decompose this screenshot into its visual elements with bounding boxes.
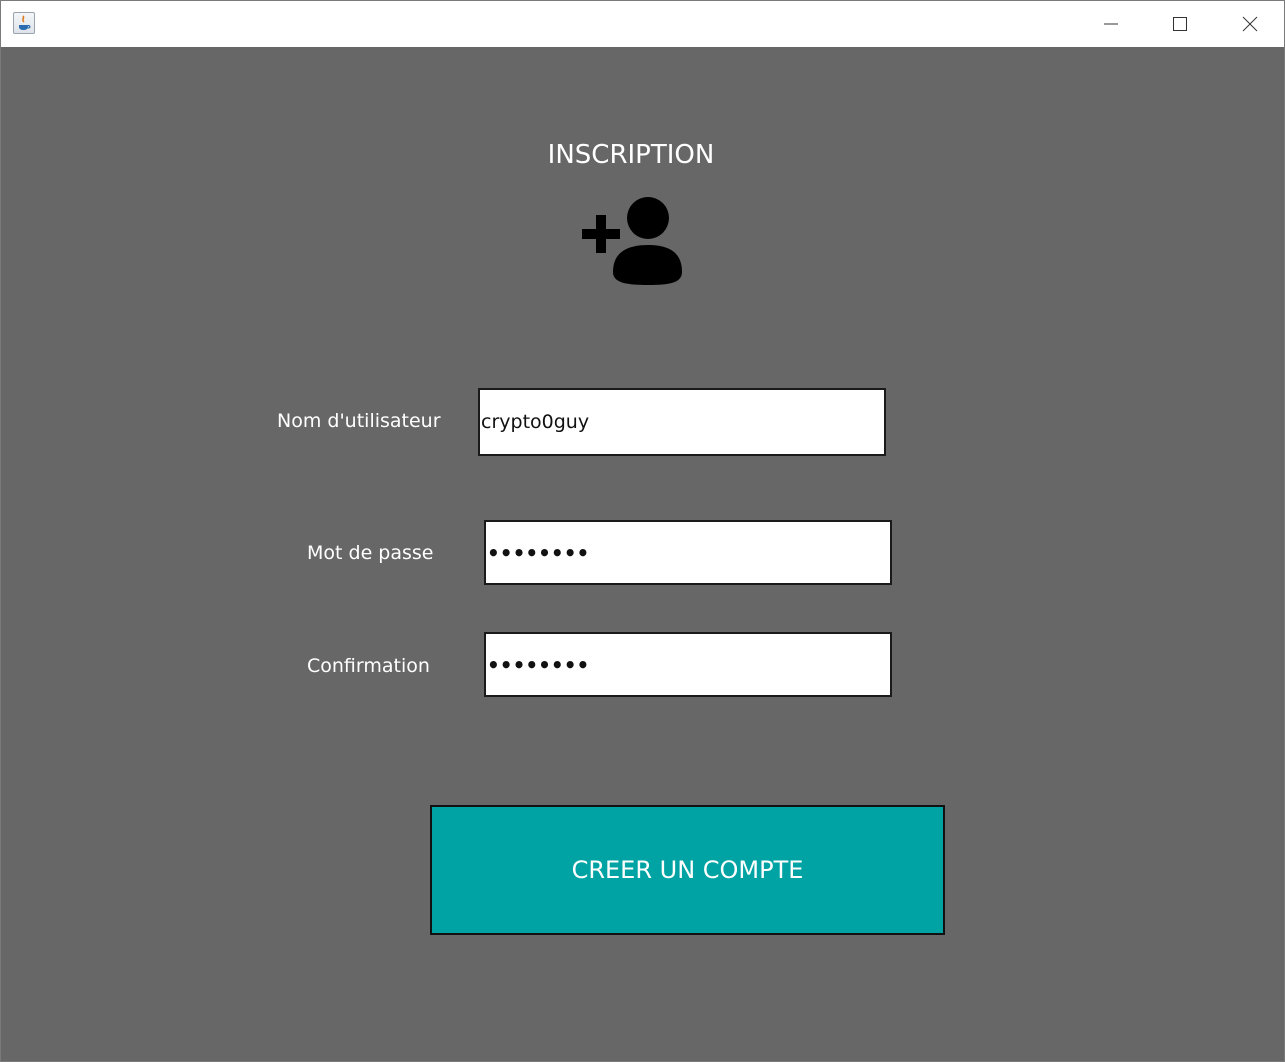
page-title: INSCRIPTION [547, 140, 715, 170]
username-field[interactable] [478, 388, 886, 456]
java-app-icon[interactable] [13, 12, 35, 34]
confirmation-field[interactable] [484, 632, 892, 697]
close-icon [1242, 16, 1258, 32]
add-user-icon [582, 197, 682, 285]
maximize-icon [1173, 17, 1187, 31]
username-label: Nom d'utilisateur [277, 410, 441, 432]
confirmation-label: Confirmation [307, 655, 430, 677]
app-window: INSCRIPTION Nom d'utilisateur Mot de pas… [0, 0, 1285, 1062]
create-account-button[interactable]: CREER UN COMPTE [430, 805, 945, 935]
title-bar [1, 1, 1284, 47]
password-label: Mot de passe [307, 542, 434, 564]
password-field[interactable] [484, 520, 892, 585]
minimize-icon [1104, 23, 1118, 25]
maximize-button[interactable] [1145, 1, 1215, 47]
close-button[interactable] [1215, 1, 1285, 47]
minimize-button[interactable] [1076, 1, 1146, 47]
